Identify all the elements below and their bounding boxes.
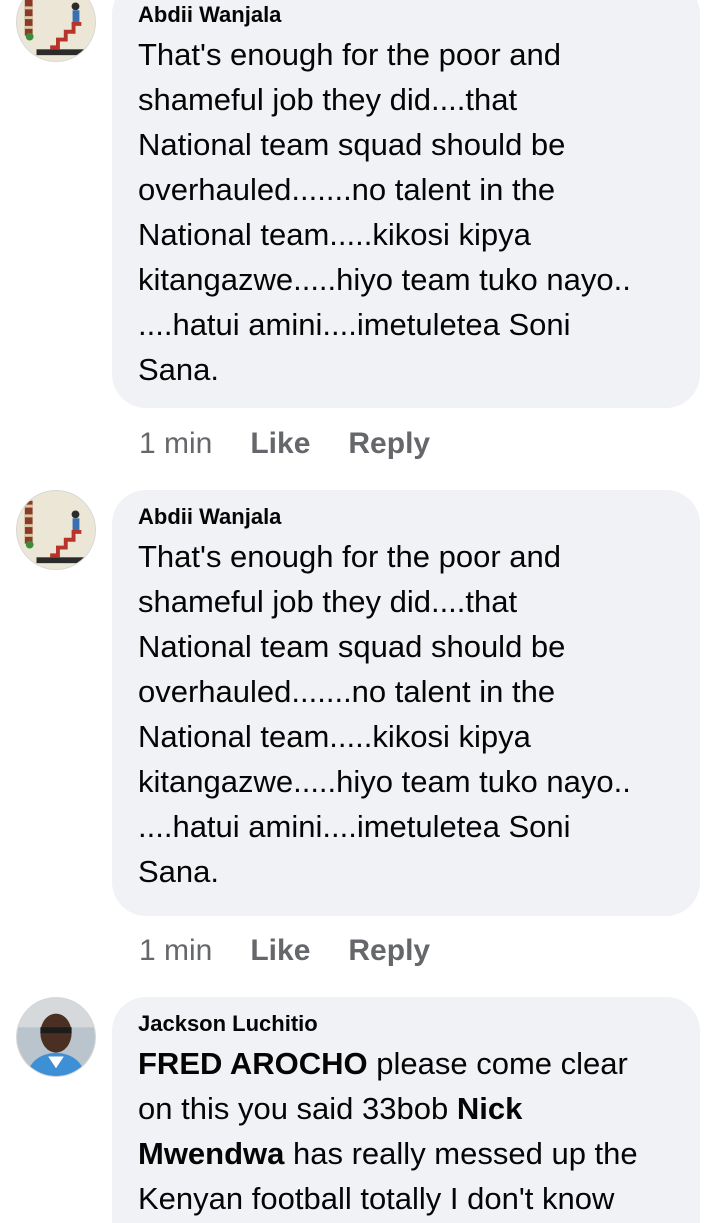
person-photo-avatar-icon — [17, 998, 95, 1076]
avatar[interactable] — [16, 997, 96, 1077]
comment-actions: 1 min Like Reply — [139, 424, 468, 464]
reply-button[interactable]: Reply — [348, 427, 430, 461]
staircase-figure-avatar-icon — [17, 0, 95, 61]
avatar[interactable] — [16, 0, 96, 62]
like-button[interactable]: Like — [250, 934, 310, 968]
comment-text: That's enough for the poor and shameful … — [138, 37, 631, 387]
comment-author[interactable]: Abdii Wanjala — [138, 504, 674, 530]
comment-bubble: Abdii Wanjala That's enough for the poor… — [112, 490, 700, 916]
like-button[interactable]: Like — [250, 427, 310, 461]
avatar[interactable] — [16, 490, 96, 570]
comment-author[interactable]: Jackson Luchitio — [138, 1011, 674, 1037]
mention-link[interactable]: FRED AROCHO — [138, 1046, 368, 1081]
reply-button[interactable]: Reply — [348, 934, 430, 968]
comment-bubble: Jackson Luchitio FRED AROCHO please come… — [112, 997, 700, 1223]
comment-author[interactable]: Abdii Wanjala — [138, 2, 674, 28]
comment-feed: Abdii Wanjala That's enough for the poor… — [0, 0, 720, 1223]
comment-text: FRED AROCHO please come clear on this yo… — [138, 1041, 674, 1221]
comment-bubble: Abdii Wanjala That's enough for the poor… — [112, 0, 700, 408]
comment-actions: 1 min Like Reply — [139, 931, 468, 971]
comment-text: That's enough for the poor and shameful … — [138, 539, 631, 889]
comment-timestamp[interactable]: 1 min — [139, 427, 212, 461]
comment-timestamp[interactable]: 1 min — [139, 934, 212, 968]
staircase-figure-avatar-icon — [17, 491, 95, 569]
